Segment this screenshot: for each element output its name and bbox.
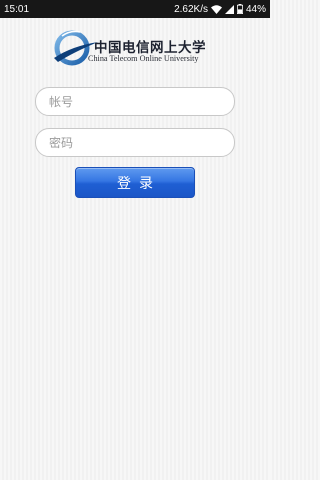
login-button[interactable]: 登录 bbox=[75, 167, 195, 198]
logo-subtitle-en: China Telecom Online University bbox=[88, 54, 199, 63]
status-time: 15:01 bbox=[4, 3, 30, 15]
password-field[interactable] bbox=[35, 128, 235, 157]
wifi-icon bbox=[210, 4, 222, 14]
battery-icon bbox=[236, 4, 243, 14]
battery-level: 44% bbox=[245, 3, 266, 15]
university-logo: 中国电信网上大学 China Telecom Online University bbox=[52, 28, 212, 70]
status-bar: 15:01 2.62K/s 44% bbox=[0, 0, 270, 18]
network-speed: 2.62K/s bbox=[174, 3, 208, 15]
logo-title-cn: 中国电信网上大学 bbox=[94, 40, 206, 56]
username-field[interactable] bbox=[35, 87, 235, 116]
status-indicators: 2.62K/s 44% bbox=[174, 4, 266, 15]
signal-icon bbox=[224, 4, 234, 14]
